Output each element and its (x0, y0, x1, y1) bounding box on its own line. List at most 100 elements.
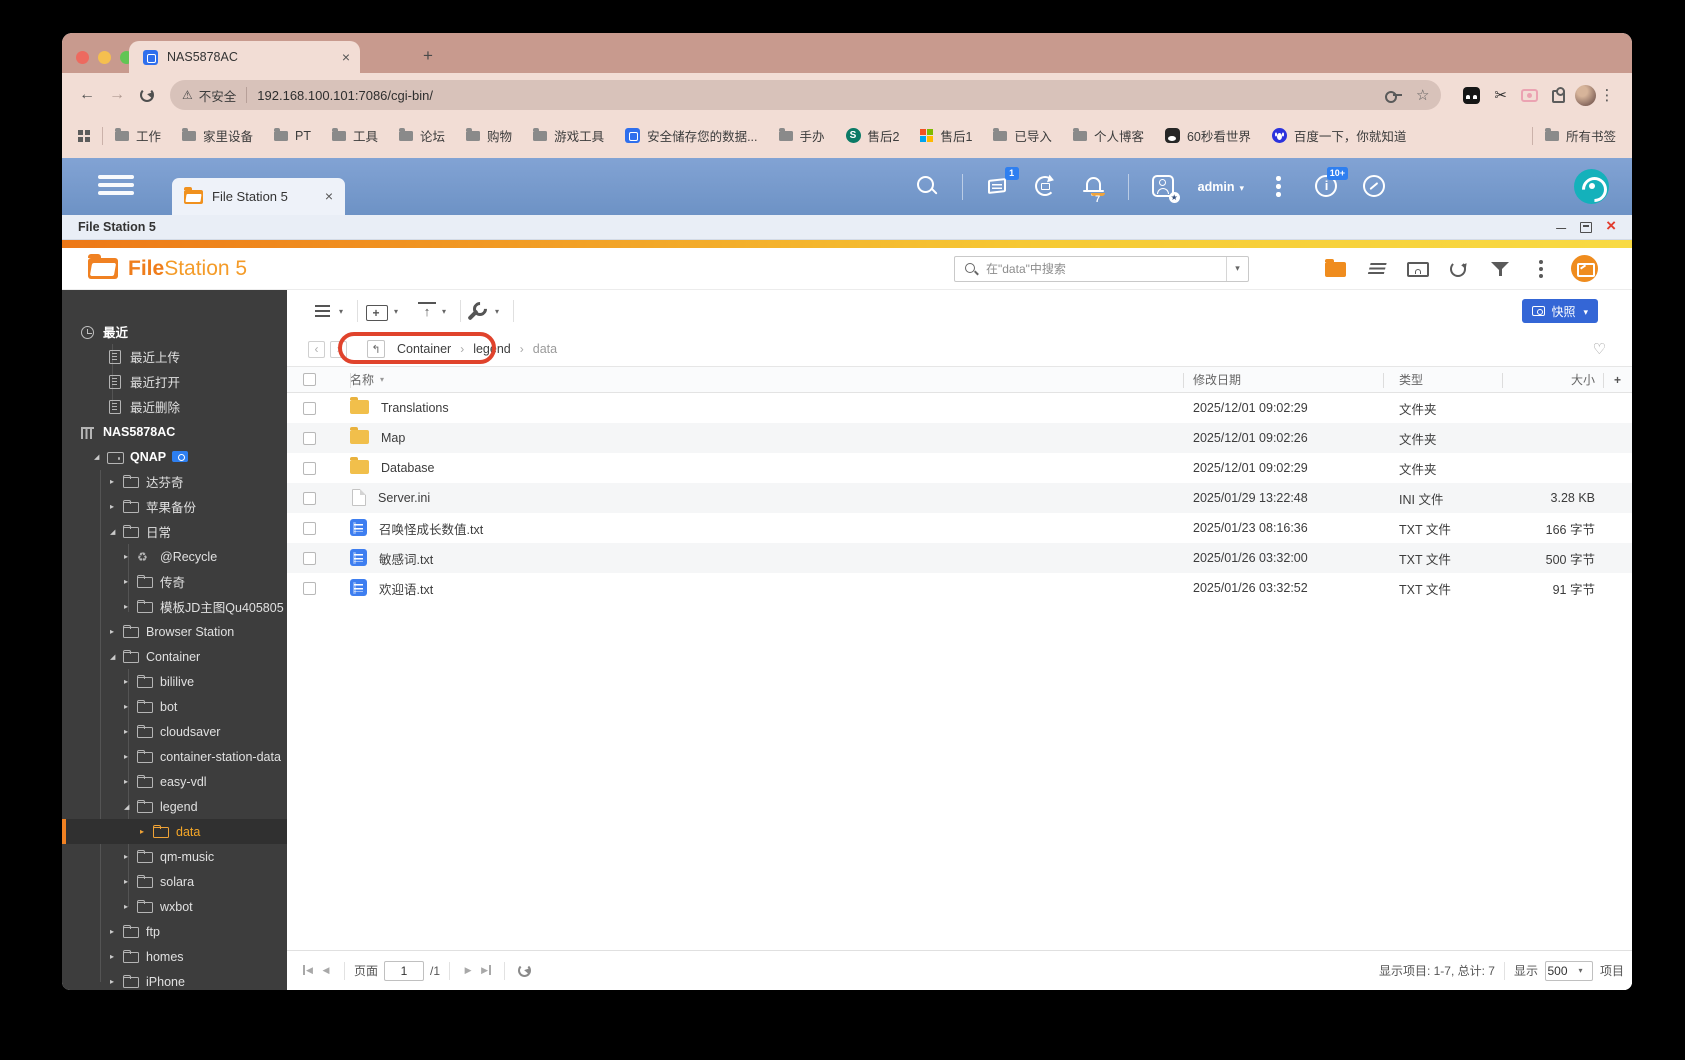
new-folder-dropdown-icon[interactable] (388, 307, 404, 316)
row-checkbox[interactable] (303, 461, 316, 475)
sidebar-item[interactable]: 传奇 (62, 569, 287, 594)
app-tab-close-icon[interactable] (325, 188, 333, 206)
scissors-extension-icon[interactable] (1494, 86, 1507, 105)
last-page-button[interactable] (477, 965, 495, 976)
apps-grid-icon[interactable] (78, 129, 90, 142)
snapshot-button[interactable]: 快照 (1522, 299, 1598, 323)
file-row[interactable]: Map 2025/12/01 09:02:26 文件夹 (287, 423, 1632, 453)
file-row[interactable]: Server.ini 2025/01/29 13:22:48 INI 文件 3.28 … (287, 483, 1632, 513)
sidebar-item[interactable]: 最近打开 (62, 369, 287, 394)
notifications-bell-icon[interactable]: 7 (1080, 173, 1107, 204)
qnap-cloud-icon[interactable] (1574, 169, 1609, 204)
row-checkbox[interactable] (303, 491, 316, 505)
expand-arrow-icon[interactable] (110, 469, 123, 494)
sidebar-item[interactable]: ftp (62, 919, 287, 944)
sidebar-item[interactable]: Browser Station (62, 619, 287, 644)
forward-button[interactable] (102, 80, 132, 110)
first-page-button[interactable] (299, 965, 317, 976)
row-checkbox[interactable] (303, 401, 316, 415)
row-checkbox[interactable] (303, 581, 316, 595)
file-name[interactable]: Translations (381, 401, 449, 415)
sidebar-item[interactable]: 日常 (62, 519, 287, 544)
search-input[interactable] (984, 260, 1226, 277)
column-header-size[interactable]: 大小 (1502, 371, 1603, 388)
file-row[interactable]: Translations 2025/12/01 09:02:29 文件夹 (287, 393, 1632, 423)
smart-file-station-icon[interactable] (1571, 255, 1598, 282)
view-mode-icon[interactable] (313, 302, 333, 320)
bookmark-star-icon[interactable] (1416, 86, 1429, 105)
sidebar-item[interactable]: container-station-data (62, 744, 287, 769)
bookmark-item[interactable]: PT (274, 128, 311, 143)
row-checkbox[interactable] (303, 521, 316, 535)
background-tasks-icon[interactable]: 1 (984, 167, 1019, 200)
sidebar-item[interactable]: Container (62, 644, 287, 669)
expand-arrow-icon[interactable] (110, 919, 123, 944)
expand-arrow-icon[interactable] (124, 719, 137, 744)
window-maximize-button[interactable] (1580, 221, 1593, 233)
sidebar-item[interactable]: 最近上传 (62, 344, 287, 369)
search-box[interactable] (954, 255, 1249, 282)
collapse-arrow-icon[interactable] (94, 444, 107, 470)
column-header-type[interactable]: 类型 (1383, 371, 1502, 388)
tv-extension-icon[interactable] (1521, 88, 1538, 102)
sidebar-item[interactable]: @Recycle (62, 544, 287, 569)
bookmark-item[interactable]: 百度一下，你就知道 (1271, 126, 1406, 145)
file-name[interactable]: Database (381, 461, 435, 475)
reload-button[interactable] (132, 80, 162, 110)
sidebar-item[interactable]: NAS5878AC (62, 419, 287, 444)
collapse-arrow-icon[interactable] (110, 644, 123, 670)
system-info-icon[interactable]: 10+ (1313, 167, 1348, 200)
sidebar-item[interactable]: legend (62, 794, 287, 819)
browser-menu-icon[interactable] (1596, 86, 1618, 104)
bookmark-item[interactable]: 工具 (332, 126, 378, 145)
expand-arrow-icon[interactable] (110, 494, 123, 519)
breadcrumb-item[interactable]: legend (473, 342, 511, 356)
sidebar-item[interactable]: 最近 (62, 319, 287, 344)
minimize-traffic-light[interactable] (98, 51, 111, 64)
tools-dropdown-icon[interactable] (489, 307, 505, 316)
row-checkbox[interactable] (303, 431, 316, 445)
file-name[interactable]: Map (381, 431, 405, 445)
column-header-modified[interactable]: 修改日期 (1183, 371, 1383, 388)
sidebar-item[interactable]: QNAP (62, 444, 287, 469)
file-row[interactable]: 召唤怪成长数值.txt 2025/01/23 08:16:36 TXT 文件 166 … (287, 513, 1632, 543)
extensions-puzzle-icon[interactable] (1552, 87, 1565, 103)
bookmark-item[interactable]: 安全储存您的数据... (625, 126, 758, 145)
file-name[interactable]: 欢迎语.txt (379, 579, 433, 598)
remote-mount-folder-icon[interactable] (1325, 258, 1347, 280)
sidebar-item[interactable]: data (62, 819, 287, 844)
row-checkbox[interactable] (303, 551, 316, 565)
sidebar-item[interactable]: bililive (62, 669, 287, 694)
expand-arrow-icon[interactable] (124, 594, 137, 619)
bookmark-item[interactable]: 已导入 (993, 126, 1052, 145)
expand-arrow-icon[interactable] (124, 544, 137, 569)
sidebar-item[interactable]: 模板JD主图Qu405805 (62, 594, 287, 619)
profile-avatar[interactable] (1575, 84, 1596, 106)
user-menu[interactable]: admin (1198, 180, 1244, 194)
all-bookmarks-button[interactable]: 所有书签 (1544, 126, 1616, 145)
back-button[interactable] (72, 80, 102, 110)
favorite-heart-icon[interactable] (1593, 340, 1606, 358)
global-search-icon[interactable] (914, 173, 941, 200)
expand-arrow-icon[interactable] (110, 619, 123, 644)
upload-dropdown-icon[interactable] (436, 307, 452, 316)
bookmark-item[interactable]: 购物 (466, 126, 512, 145)
media-cast-icon[interactable] (1407, 258, 1429, 280)
search-options-dropdown[interactable] (1226, 256, 1248, 281)
collapse-arrow-icon[interactable] (110, 519, 123, 545)
user-account-icon[interactable] (1150, 173, 1180, 203)
go-up-button[interactable] (367, 340, 385, 358)
background-task-list-icon[interactable] (1366, 258, 1388, 280)
file-name[interactable]: 召唤怪成长数值.txt (379, 519, 483, 538)
expand-arrow-icon[interactable] (124, 894, 137, 919)
breadcrumb-item[interactable]: Container (397, 342, 451, 356)
browser-tab[interactable]: NAS5878AC (129, 41, 360, 73)
sidebar-item[interactable]: homes (62, 944, 287, 969)
security-label[interactable]: 不安全 (199, 86, 237, 105)
expand-arrow-icon[interactable] (124, 769, 137, 794)
bookmark-item[interactable]: 家里设备 (182, 126, 253, 145)
address-bar[interactable]: 不安全 192.168.100.101:7086/cgi-bin/ (170, 80, 1442, 110)
select-all-checkbox[interactable] (303, 373, 316, 386)
window-close-button[interactable] (1606, 218, 1616, 236)
expand-arrow-icon[interactable] (124, 844, 137, 869)
